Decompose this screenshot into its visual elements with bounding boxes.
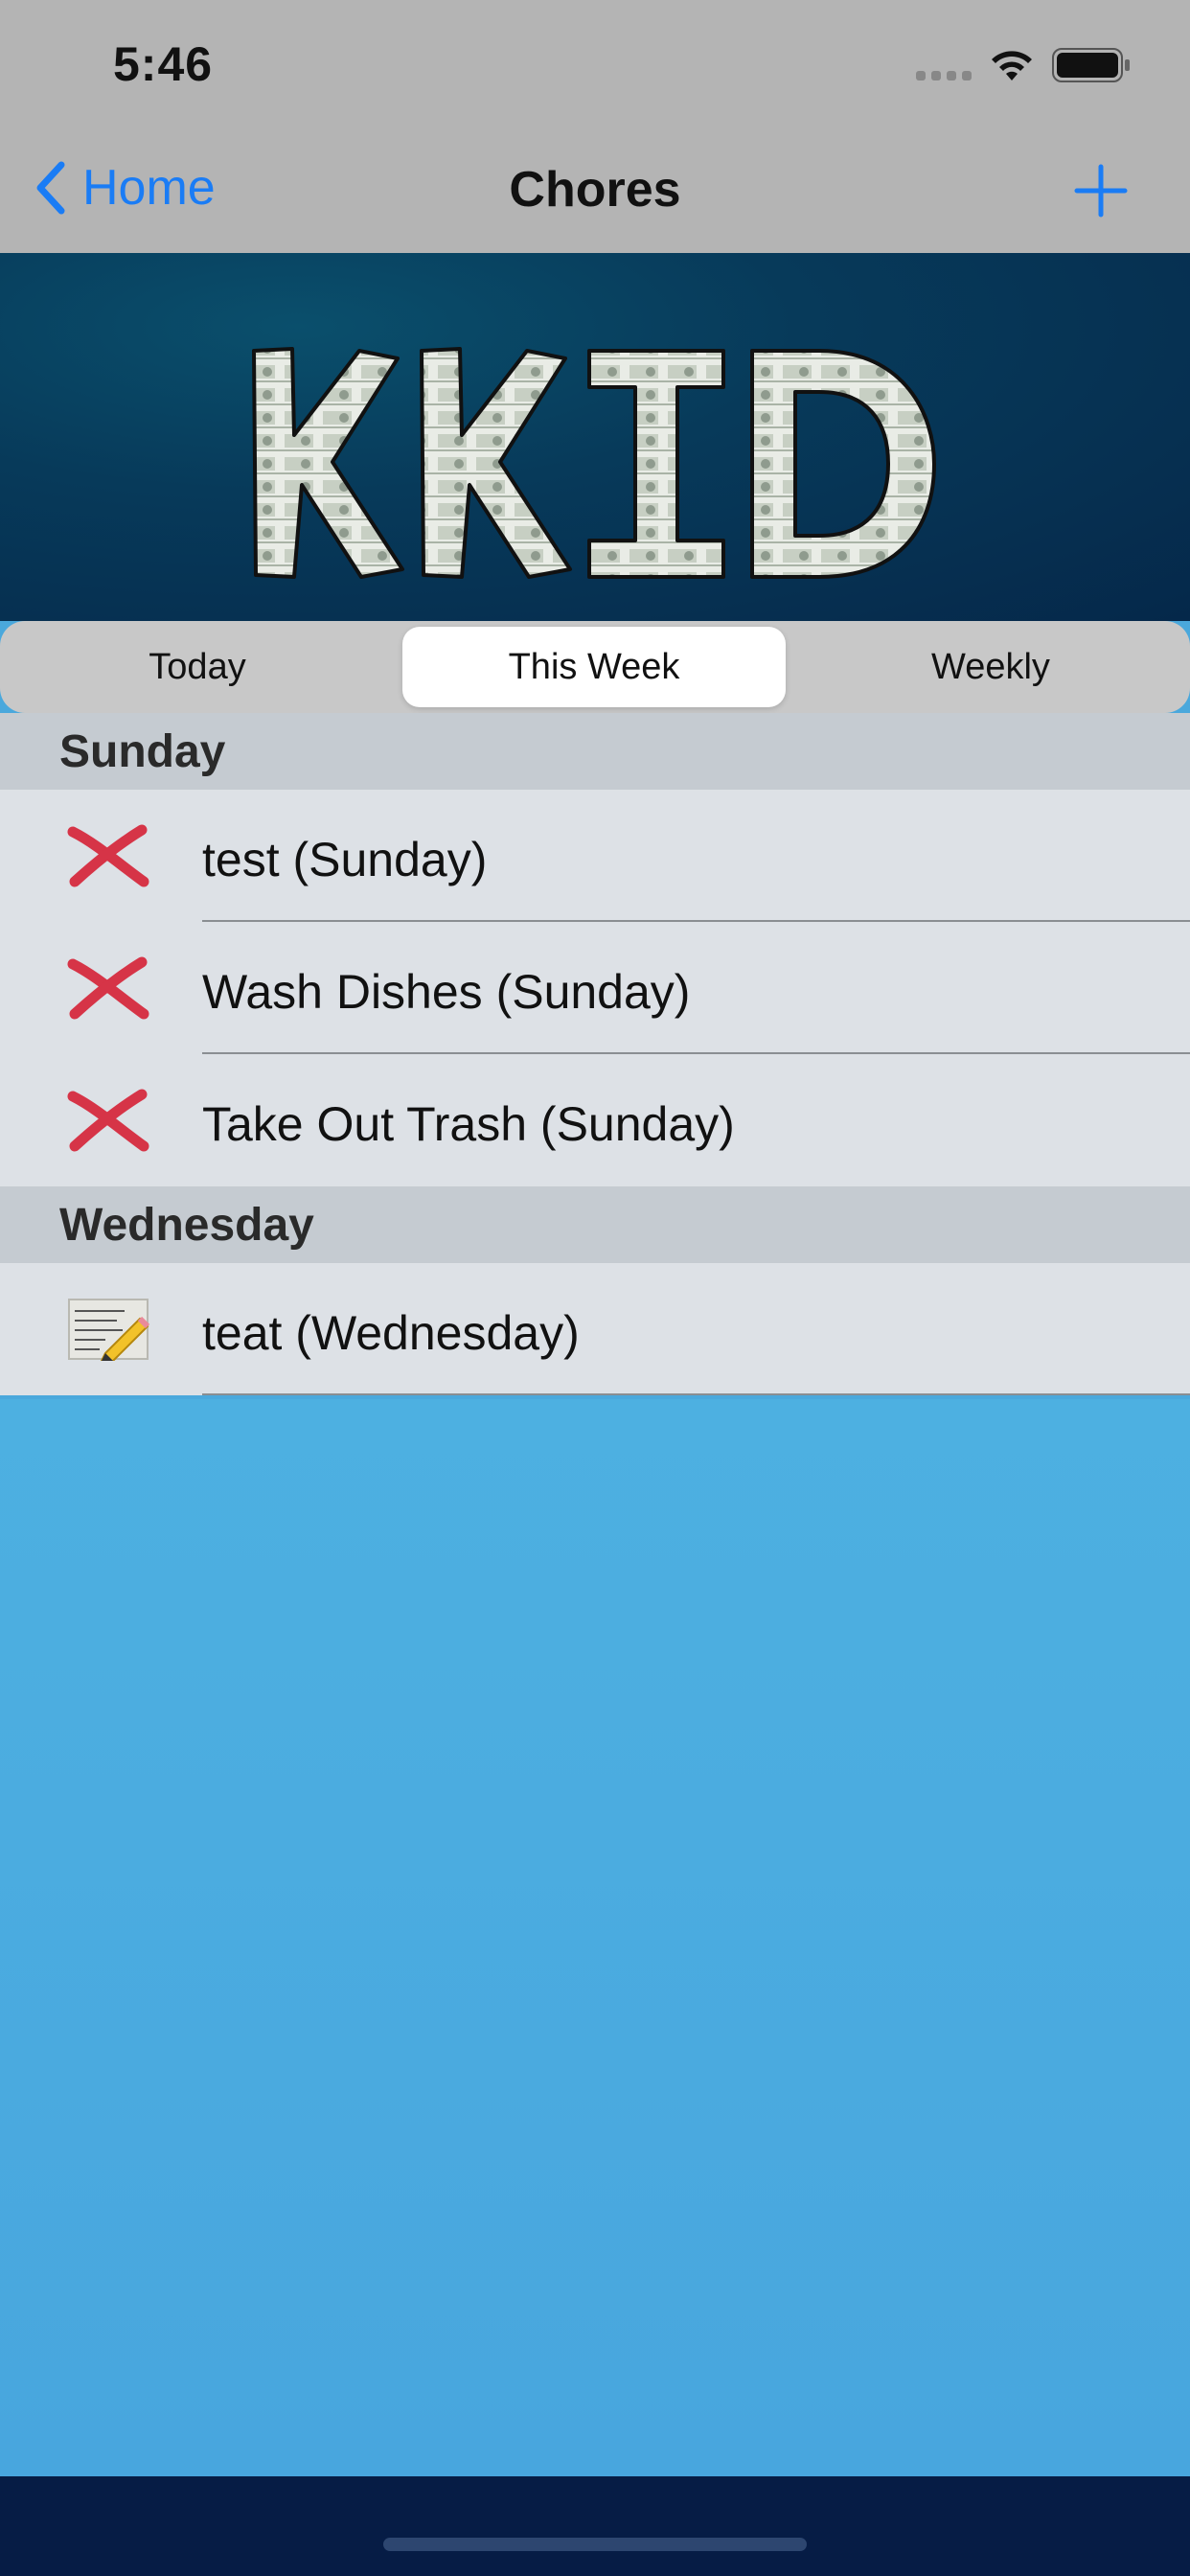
- red-x-icon: [67, 956, 149, 1020]
- section-title: Sunday: [59, 726, 226, 777]
- chore-row[interactable]: Wash Dishes (Sunday): [0, 922, 1190, 1054]
- red-x-icon: [67, 1089, 149, 1152]
- row-separator: [202, 1393, 1190, 1395]
- chore-label: Wash Dishes (Sunday): [202, 965, 691, 1019]
- chore-label: teat (Wednesday): [202, 1306, 580, 1360]
- battery-icon: [1052, 48, 1130, 82]
- section-header-wednesday: Wednesday: [0, 1186, 1190, 1263]
- kkid-logo: [252, 347, 936, 579]
- section-title: Wednesday: [59, 1200, 314, 1251]
- chore-row[interactable]: test (Sunday): [0, 790, 1190, 922]
- segment-today-label: Today: [149, 646, 246, 687]
- app-banner: [0, 253, 1190, 621]
- memo-pencil-icon: [68, 1299, 149, 1361]
- segment-this-week-label: This Week: [508, 646, 680, 687]
- bottom-bar: [0, 2476, 1190, 2576]
- wifi-icon: [992, 51, 1032, 80]
- empty-area: [0, 1399, 1190, 2476]
- period-segmented-control: Today This Week Weekly: [0, 621, 1190, 713]
- chore-row[interactable]: Take Out Trash (Sunday): [0, 1054, 1190, 1186]
- chore-label: Take Out Trash (Sunday): [202, 1097, 735, 1151]
- segment-weekly[interactable]: Weekly: [799, 627, 1182, 707]
- navigation-bar: 5:46 Home Chores: [0, 0, 1190, 253]
- add-chore-button[interactable]: [1073, 163, 1129, 218]
- home-indicator[interactable]: [383, 2538, 807, 2551]
- page-title: Chores: [509, 162, 681, 218]
- chores-list: Sunday test (Sunday) Wash Dishes (Sunday…: [0, 713, 1190, 1395]
- segment-today[interactable]: Today: [6, 627, 389, 707]
- status-time: 5:46: [113, 37, 214, 91]
- segment-this-week[interactable]: This Week: [402, 627, 786, 707]
- segment-weekly-label: Weekly: [931, 646, 1050, 687]
- chore-label: test (Sunday): [202, 833, 488, 886]
- chore-row[interactable]: teat (Wednesday): [0, 1263, 1190, 1395]
- screen: 5:46 Home Chores Today This Week Weekly …: [0, 0, 1190, 2576]
- red-x-icon: [67, 824, 149, 887]
- cellular-signal-icon: [916, 71, 972, 80]
- section-header-sunday: Sunday: [0, 713, 1190, 790]
